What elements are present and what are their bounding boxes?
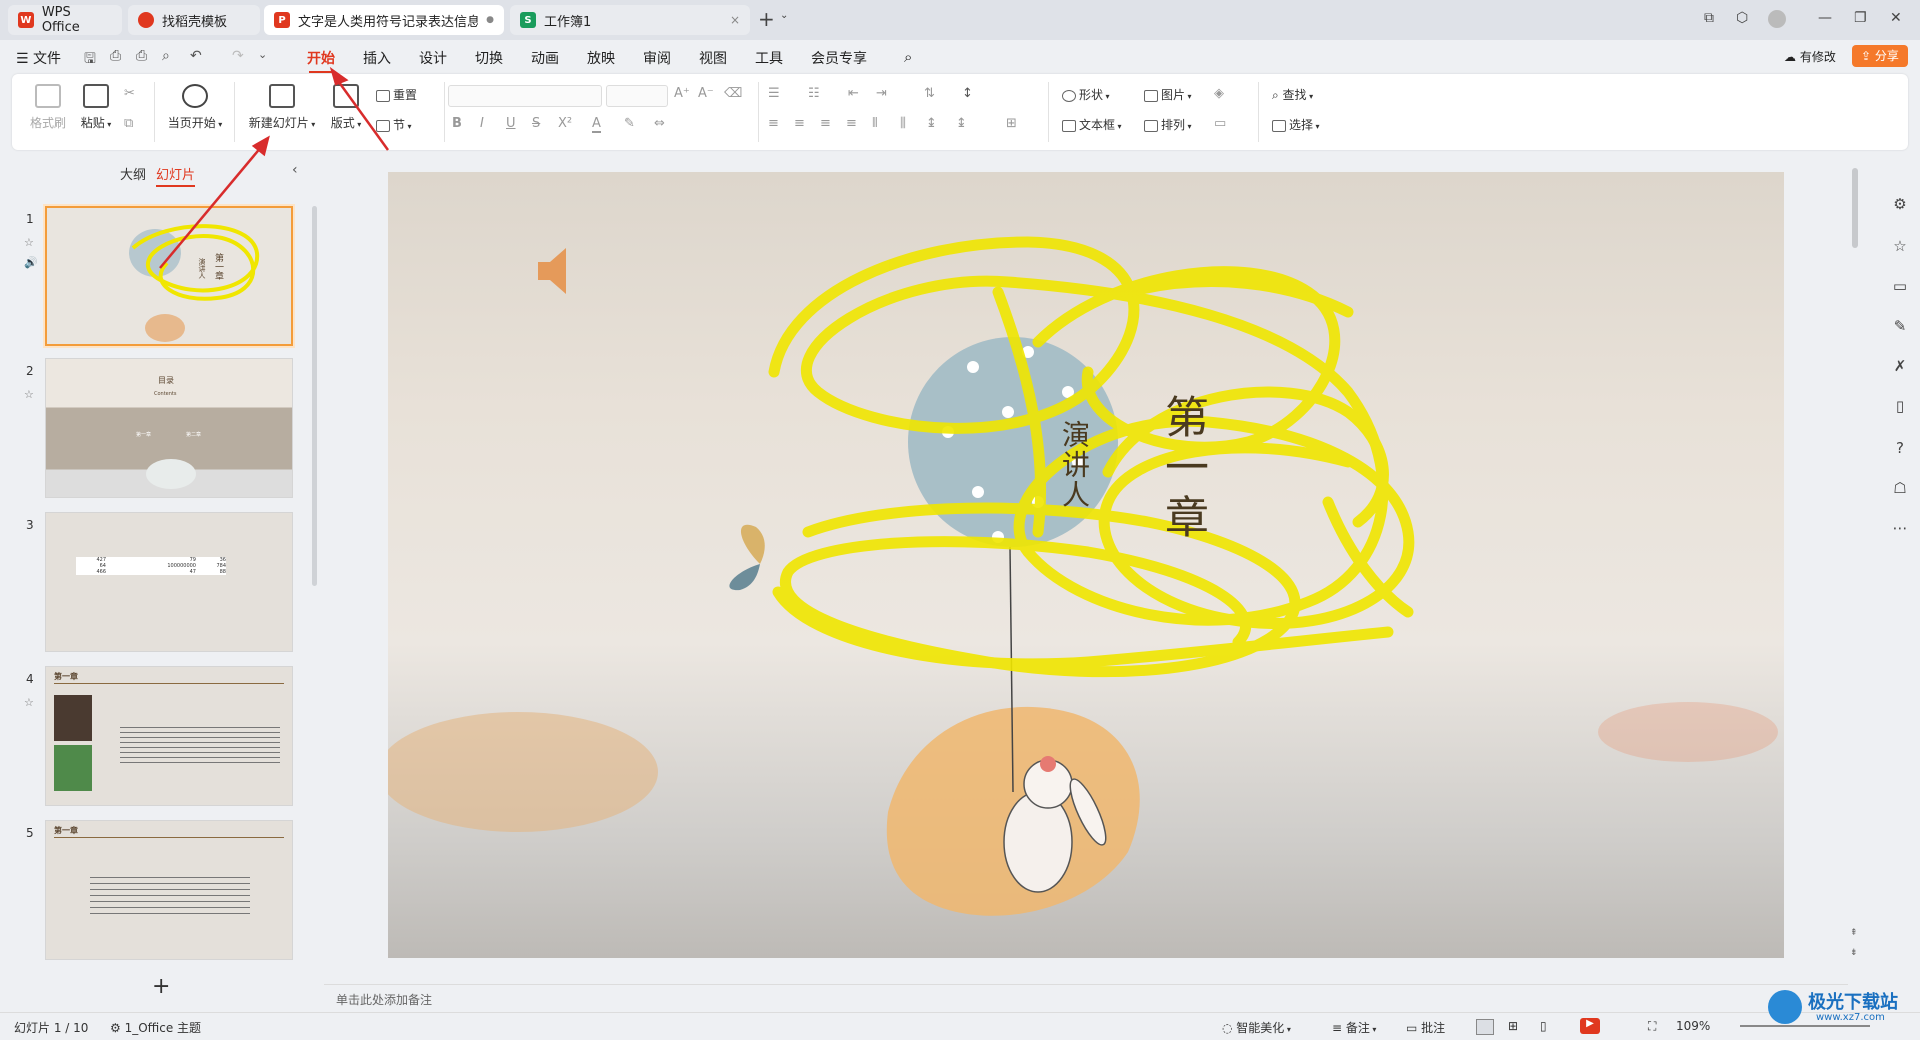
zoom-level[interactable]: 109% — [1676, 1019, 1710, 1033]
beautify-icon: ◌ — [1222, 1021, 1237, 1035]
reading-view-icon[interactable]: ▯ — [1540, 1019, 1547, 1033]
beautify-button[interactable]: ◌ 智能美化 ▾ — [1222, 1019, 1291, 1036]
scroll-thumb[interactable] — [1852, 168, 1858, 248]
comments-label: 批注 — [1421, 1021, 1446, 1035]
watermark-url: www.xz7.com — [1816, 1012, 1885, 1023]
chevron-double-down-icon[interactable]: ⇟ — [1850, 948, 1858, 958]
slide-count: 幻灯片 1 / 10 — [14, 1021, 89, 1035]
theme-label: 1_Office 主题 — [124, 1021, 202, 1035]
play-slideshow-button[interactable]: ▶ — [1580, 1018, 1600, 1034]
site-watermark: 极光下载站 www.xz7.com — [1768, 986, 1914, 1030]
status-bar: 幻灯片 1 / 10 ⚙ 1_Office 主题 ◌ 智能美化 ▾ ≡ 备注 ▾… — [0, 1012, 1920, 1040]
theme-icon: ⚙ — [110, 1021, 125, 1035]
comment-icon: ▭ — [1406, 1021, 1422, 1035]
watermark-title: 极光下载站 — [1808, 992, 1898, 1013]
normal-view-icon[interactable] — [1476, 1019, 1494, 1035]
notes-icon: ≡ — [1332, 1021, 1346, 1035]
more-icon[interactable]: ⋯ — [1892, 520, 1908, 536]
notes-pane[interactable]: 单击此处添加备注 — [324, 984, 1848, 1010]
tools-icon[interactable]: ✗ — [1892, 358, 1908, 374]
sliders-icon[interactable]: ⚙ — [1892, 196, 1908, 212]
theme-button[interactable]: ⚙ 1_Office 主题 — [110, 1019, 201, 1036]
star-icon[interactable]: ☆ — [1892, 238, 1908, 254]
fit-window-icon[interactable]: ⛶ — [1648, 1019, 1656, 1034]
editor-scrollbar[interactable]: ⇞ ⇟ — [1850, 158, 1860, 978]
comments-button[interactable]: ▭ 批注 — [1406, 1019, 1445, 1036]
beautify-label: 智能美化 — [1236, 1021, 1285, 1035]
edit-image-icon[interactable]: ✎ — [1892, 318, 1908, 334]
notes-label: 备注 — [1345, 1021, 1370, 1035]
chevron-double-up-icon[interactable]: ⇞ — [1850, 928, 1858, 938]
book-icon[interactable]: ▯ — [1892, 398, 1908, 414]
notes-placeholder: 单击此处添加备注 — [336, 993, 433, 1007]
robot-icon[interactable]: ☖ — [1892, 480, 1908, 496]
chat-icon[interactable]: ▭ — [1892, 278, 1908, 294]
right-sidebar: ⚙ ☆ ▭ ✎ ✗ ▯ ? ☖ ⋯ — [1880, 152, 1920, 1010]
help-icon[interactable]: ? — [1892, 440, 1908, 456]
annotation-arrows — [159, 66, 390, 269]
grid-view-icon[interactable]: ⊞ — [1508, 1019, 1518, 1033]
watermark-logo-icon — [1768, 990, 1802, 1024]
notes-button[interactable]: ≡ 备注 ▾ — [1332, 1019, 1376, 1036]
